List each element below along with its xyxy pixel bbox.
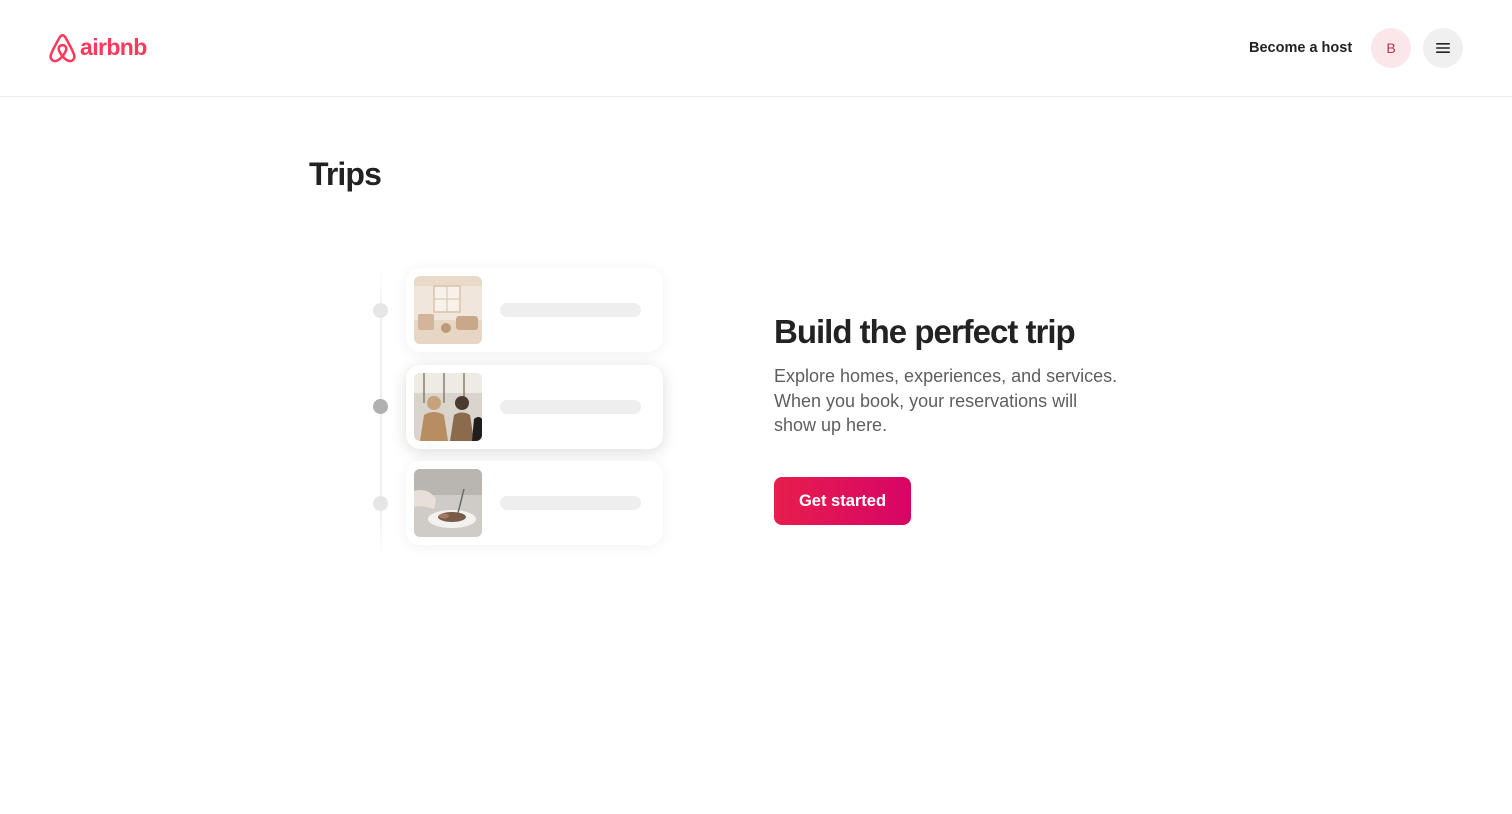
avatar-initial: B xyxy=(1386,40,1396,56)
text-skeleton xyxy=(500,496,641,510)
trip-placeholder-card xyxy=(406,268,663,352)
description-line: Explore homes, experiences, and services… xyxy=(774,366,1118,386)
airbnb-logo[interactable]: airbnb xyxy=(47,31,147,65)
trip-placeholder-card-active xyxy=(406,365,663,449)
text-skeleton xyxy=(500,400,641,414)
become-a-host-link[interactable]: Become a host xyxy=(1236,30,1365,66)
profile-avatar-button[interactable]: B xyxy=(1371,28,1411,68)
timeline-dot xyxy=(373,303,388,318)
trip-placeholder-card xyxy=(406,461,663,545)
timeline-dot xyxy=(373,496,388,511)
trips-illustration xyxy=(360,260,690,580)
top-header: airbnb Become a host B xyxy=(0,0,1512,97)
room-interior-photo xyxy=(414,276,482,344)
empty-state-description: Explore homes, experiences, and services… xyxy=(774,364,1136,438)
airbnb-logo-icon xyxy=(49,33,76,63)
hamburger-menu-icon xyxy=(1436,43,1450,53)
text-skeleton xyxy=(500,303,641,317)
page-title: Trips xyxy=(309,156,382,192)
food-plate-photo xyxy=(414,469,482,537)
empty-state-heading: Build the perfect trip xyxy=(774,313,1076,350)
timeline-dot-active xyxy=(373,399,388,414)
description-line: show up here. xyxy=(774,415,888,435)
brand-wordmark: airbnb xyxy=(80,34,147,60)
get-started-button[interactable]: Get started xyxy=(774,477,911,525)
main-menu-button[interactable] xyxy=(1423,28,1463,68)
description-line: When you book, your reservations will xyxy=(774,390,1078,411)
people-sightseeing-photo xyxy=(414,373,482,441)
